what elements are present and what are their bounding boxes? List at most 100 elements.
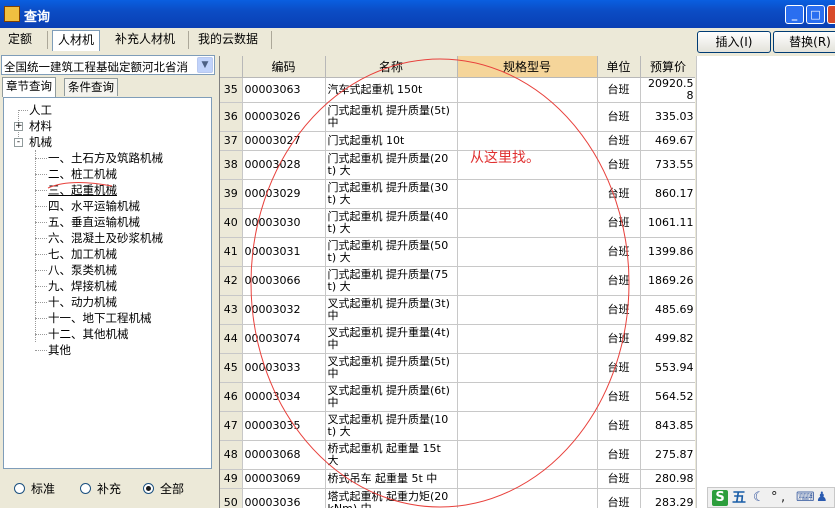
tree-node-machinery-child[interactable]: 九、焊接机械 — [48, 278, 117, 294]
col-header-code[interactable]: 编码 — [242, 56, 326, 78]
price-cell[interactable]: 553.94 — [640, 353, 695, 383]
moon-icon[interactable]: ☾ — [753, 490, 765, 506]
tab-supplementary[interactable]: 补充人材机 — [111, 30, 179, 51]
table-row[interactable]: 36 00003026 门式起重机 提升质量(5t) 中 台班 335.03 — [220, 102, 695, 132]
spec-cell[interactable] — [457, 353, 598, 383]
tree-node-machinery-child[interactable]: 五、垂直运输机械 — [48, 214, 140, 230]
punctuation-icon[interactable]: , — [781, 490, 785, 506]
spec-cell[interactable] — [457, 324, 598, 354]
price-cell[interactable]: 469.67 — [640, 131, 695, 151]
table-row[interactable]: 47 00003035 叉式起重机 提升质量(10t) 大 台班 843.85 — [220, 411, 695, 441]
minimize-button[interactable]: _ — [785, 5, 804, 24]
tree-node-machinery-child[interactable]: 三、起重机械 — [48, 182, 117, 198]
price-cell[interactable]: 283.29 — [640, 488, 695, 508]
radio-all[interactable]: 全部 — [143, 482, 184, 496]
row-number[interactable]: 46 — [220, 382, 243, 412]
price-cell[interactable]: 335.03 — [640, 102, 695, 132]
price-cell[interactable]: 1061.11 — [640, 208, 695, 238]
spec-cell[interactable] — [457, 208, 598, 238]
price-cell[interactable]: 733.55 — [640, 150, 695, 180]
unit-cell[interactable]: 台班 — [597, 266, 641, 296]
replace-button[interactable]: 替换(R) — [773, 31, 835, 53]
table-row[interactable]: 50 00003036 塔式起重机 起重力矩(20kNm) 中 台班 283.29 — [220, 488, 695, 508]
price-cell[interactable]: 20920.58 — [640, 77, 695, 103]
code-cell[interactable]: 00003027 — [242, 131, 326, 151]
col-header-name[interactable]: 名称 — [325, 56, 458, 78]
price-cell[interactable]: 499.82 — [640, 324, 695, 354]
tree-node-machinery-child[interactable]: 十一、地下工程机械 — [48, 310, 152, 326]
unit-cell[interactable]: 台班 — [597, 150, 641, 180]
table-row[interactable]: 48 00003068 桥式起重机 起重量 15t 大 台班 275.87 — [220, 440, 695, 470]
tab-condition-query[interactable]: 条件查询 — [64, 78, 118, 96]
table-row[interactable]: 46 00003034 叉式起重机 提升质量(6t) 中 台班 564.52 — [220, 382, 695, 412]
code-cell[interactable]: 00003036 — [242, 488, 326, 508]
name-cell[interactable]: 叉式起重机 提升质量(5t) 中 — [325, 353, 458, 383]
price-cell[interactable]: 843.85 — [640, 411, 695, 441]
row-number[interactable]: 42 — [220, 266, 243, 296]
unit-cell[interactable]: 台班 — [597, 353, 641, 383]
row-number[interactable]: 37 — [220, 131, 243, 151]
keyboard-icon[interactable]: ⌨ — [796, 490, 815, 506]
unit-cell[interactable]: 台班 — [597, 77, 641, 103]
unit-cell[interactable]: 台班 — [597, 208, 641, 238]
tree-node-machinery-child[interactable]: 十、动力机械 — [48, 294, 117, 310]
tree-node-machinery-child[interactable]: 六、混凝土及砂浆机械 — [48, 230, 163, 246]
name-cell[interactable]: 桥式起重机 起重量 15t 大 — [325, 440, 458, 470]
spec-cell[interactable] — [457, 382, 598, 412]
spec-cell[interactable] — [457, 77, 598, 103]
tree-node-labor[interactable]: 人工 — [29, 102, 52, 118]
insert-button[interactable]: 插入(I) — [697, 31, 771, 53]
price-cell[interactable]: 275.87 — [640, 440, 695, 470]
spec-cell[interactable] — [457, 411, 598, 441]
name-cell[interactable]: 门式起重机 提升质量(40t) 大 — [325, 208, 458, 238]
table-row[interactable]: 45 00003033 叉式起重机 提升质量(5t) 中 台班 553.94 — [220, 353, 695, 383]
name-cell[interactable]: 门式起重机 10t — [325, 131, 458, 151]
code-cell[interactable]: 00003030 — [242, 208, 326, 238]
code-cell[interactable]: 00003034 — [242, 382, 326, 412]
unit-cell[interactable]: 台班 — [597, 295, 641, 325]
tree-node-machinery-child[interactable]: 八、泵类机械 — [48, 262, 117, 278]
spec-cell[interactable] — [457, 237, 598, 267]
row-number[interactable]: 47 — [220, 411, 243, 441]
radio-supplementary[interactable]: 补充 — [80, 482, 121, 496]
row-number[interactable]: 38 — [220, 150, 243, 180]
code-cell[interactable]: 00003033 — [242, 353, 326, 383]
name-cell[interactable]: 汽车式起重机 150t — [325, 77, 458, 103]
chevron-down-icon[interactable]: ▼ — [197, 57, 213, 73]
spec-cell[interactable] — [457, 179, 598, 209]
name-cell[interactable]: 门式起重机 提升质量(30t) 大 — [325, 179, 458, 209]
name-cell[interactable]: 叉式起重机 提升质量(10t) 大 — [325, 411, 458, 441]
name-cell[interactable]: 叉式起重机 提升质量(3t) 中 — [325, 295, 458, 325]
spec-cell[interactable] — [457, 469, 598, 489]
tab-cloud-data[interactable]: 我的云数据 — [194, 30, 262, 51]
table-row[interactable]: 43 00003032 叉式起重机 提升质量(3t) 中 台班 485.69 — [220, 295, 695, 325]
maximize-button[interactable]: □ — [806, 5, 825, 24]
unit-cell[interactable]: 台班 — [597, 469, 641, 489]
table-row[interactable]: 49 00003069 桥式吊车 起重量 5t 中 台班 280.98 — [220, 469, 695, 489]
code-cell[interactable]: 00003032 — [242, 295, 326, 325]
tab-chapter-query[interactable]: 章节查询 — [2, 77, 56, 97]
tree-node-materials[interactable]: 材料 — [29, 118, 52, 134]
code-cell[interactable]: 00003066 — [242, 266, 326, 296]
unit-cell[interactable]: 台班 — [597, 382, 641, 412]
price-cell[interactable]: 1869.26 — [640, 266, 695, 296]
col-header-unit[interactable]: 单位 — [597, 56, 641, 78]
table-row[interactable]: 38 00003028 门式起重机 提升质量(20t) 大 台班 733.55 — [220, 150, 695, 180]
code-cell[interactable]: 00003028 — [242, 150, 326, 180]
tree-node-machinery-child[interactable]: 二、桩工机械 — [48, 166, 117, 182]
price-cell[interactable]: 280.98 — [640, 469, 695, 489]
table-row[interactable]: 42 00003066 门式起重机 提升质量(75t) 大 台班 1869.26 — [220, 266, 695, 296]
row-number[interactable]: 40 — [220, 208, 243, 238]
code-cell[interactable]: 00003068 — [242, 440, 326, 470]
radio-standard[interactable]: 标准 — [14, 482, 55, 496]
col-header-spec[interactable]: 规格型号 — [457, 56, 598, 78]
code-cell[interactable]: 00003029 — [242, 179, 326, 209]
unit-cell[interactable]: 台班 — [597, 131, 641, 151]
row-number[interactable]: 39 — [220, 179, 243, 209]
spec-cell[interactable] — [457, 488, 598, 508]
code-cell[interactable]: 00003031 — [242, 237, 326, 267]
spec-cell[interactable] — [457, 102, 598, 132]
tree-node-machinery-child[interactable]: 一、土石方及筑路机械 — [48, 150, 163, 166]
table-row[interactable]: 39 00003029 门式起重机 提升质量(30t) 大 台班 860.17 — [220, 179, 695, 209]
tab-dinge[interactable]: 定额 — [4, 30, 36, 51]
